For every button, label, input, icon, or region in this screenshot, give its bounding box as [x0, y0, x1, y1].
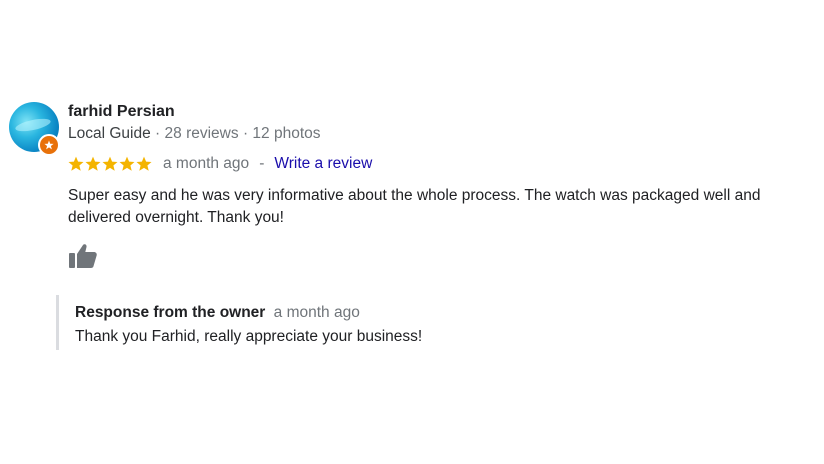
star-icon — [68, 156, 84, 171]
owner-response-header: Response from the owner a month ago — [75, 304, 360, 322]
star-icon — [85, 156, 101, 171]
avatar-image-highlight — [14, 116, 52, 134]
photos-count: 12 photos — [252, 125, 321, 142]
meta-separator: · — [242, 125, 249, 142]
write-review-link[interactable]: Write a review — [274, 155, 372, 173]
owner-response-text: Thank you Farhid, really appreciate your… — [75, 328, 423, 345]
meta-separator: · — [155, 125, 161, 142]
owner-response-time: a month ago — [273, 304, 360, 321]
review-card: farhid Persian Local Guide · 28 reviews … — [0, 0, 824, 464]
owner-response: Response from the owner a month ago Than… — [56, 295, 759, 350]
reviews-count: 28 reviews — [164, 125, 239, 142]
like-button[interactable] — [68, 242, 98, 270]
local-guide-label: Local Guide — [68, 125, 151, 142]
owner-response-title: Response from the owner — [75, 304, 266, 321]
review-time: a month ago — [163, 155, 250, 172]
thumbs-up-icon — [69, 244, 97, 268]
local-guide-badge-icon — [38, 134, 60, 156]
star-icon — [44, 140, 54, 150]
star-icon — [136, 156, 152, 171]
reviewer-meta: Local Guide · 28 reviews · 12 photos — [68, 125, 321, 143]
rating-row: a month ago - Write a review — [68, 154, 372, 174]
star-icon — [102, 156, 118, 171]
separator-dash: - — [259, 155, 265, 172]
review-text: Super easy and he was very informative a… — [68, 187, 761, 226]
star-icon — [119, 156, 135, 171]
reviewer-name[interactable]: farhid Persian — [68, 103, 175, 121]
star-rating — [68, 156, 152, 172]
